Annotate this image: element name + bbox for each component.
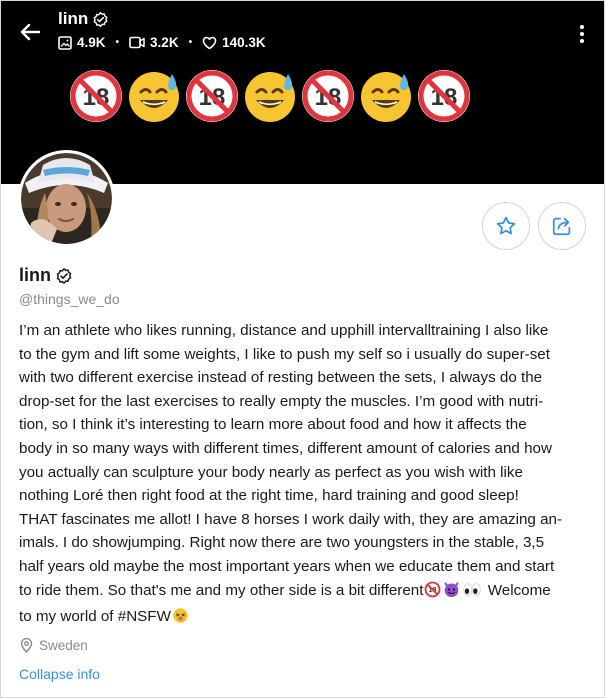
stats-separator: • [188,37,193,48]
back-button[interactable] [17,19,43,45]
more-options-button[interactable] [572,21,592,47]
bio-line: imals. I do showjumping. Right now there… [19,534,545,552]
avatar[interactable] [18,150,115,247]
share-button[interactable] [538,202,586,250]
dot [580,25,584,29]
dot [580,39,584,43]
sweat-smile-emoji [125,67,183,125]
collapse-info-link[interactable]: Collapse info [19,666,100,682]
location-text: Sweden [39,638,88,653]
share-icon [552,217,571,236]
location-pin-icon [20,638,33,653]
smiling-devil-emoji [443,581,460,606]
no-under-18-emoji: 18 [183,67,241,125]
bio-line: body in so many ways with different time… [19,439,552,457]
bio-line: half years old maybe the most important … [19,557,555,575]
verified-icon [56,267,72,284]
no-under-18-emoji: 18 [67,67,125,125]
bio-line: to my world of #NSFW [19,605,591,632]
bio-text: to ride them. So that's me and my other … [19,581,424,599]
no-under-18-emoji: 18 [415,67,473,125]
profile-handle: @things_we_do [19,291,120,307]
photos-count: 4.9K [77,35,106,50]
videos-count: 3.2K [150,35,179,50]
bio-line: with two different exercise instead of r… [19,369,543,387]
bio-line: to the gym and lift some weights, I like… [19,345,550,363]
heart-icon [202,36,217,49]
bio-line: drop-set for the last exercises to reall… [19,392,544,410]
header-title-row: linn [58,9,109,29]
verified-icon [93,11,108,27]
add-to-favorites-button[interactable] [482,202,530,250]
no-under-18-emoji: 18 [424,581,441,606]
bio-line: to ride them. So that's me and my other … [19,579,591,606]
bio-line: you actually can sculpture your body nea… [19,463,523,481]
stats-separator: • [115,37,120,48]
header-stats: 4.9K • 3.2K • 140.3K [58,35,266,50]
dot [580,32,584,36]
star-icon [496,216,516,235]
profile-name: linn [19,265,51,285]
banner-emoji-row: 18 18 [67,67,473,125]
bio-text: to my world of #NSFW [19,608,171,626]
photos-stat: 4.9K [58,35,106,50]
header-title: linn [58,9,89,28]
face-with-tongue-emoji [172,607,189,632]
bio-line: I’m an athlete who likes running, distan… [19,322,549,339]
profile-location: Sweden [20,638,88,653]
profile-page: linn 4.9K • 3.2K • 140.3K linn @things_w… [0,0,605,698]
bio-line: tion, so I think it’s interesting to lea… [19,416,527,434]
likes-count: 140.3K [222,35,266,50]
no-under-18-emoji: 18 [299,67,357,125]
videos-stat: 3.2K [129,35,179,50]
bio-line: nothing Loré then right food at the righ… [19,487,519,505]
bio-line: THAT fascinates me allot! I have 8 horse… [19,510,563,528]
eyes-emoji [462,581,482,606]
video-icon [129,36,145,49]
likes-stat: 140.3K [202,35,266,50]
arrow-left-icon [20,23,40,41]
sweat-smile-emoji [241,67,299,125]
image-icon [58,35,72,50]
bio-text: Welcome [487,581,551,599]
avatar-photo [21,153,112,244]
profile-name-row: linn [19,265,73,286]
profile-bio: I’m an athlete who likes running, distan… [19,319,591,632]
sweat-smile-emoji [357,67,415,125]
